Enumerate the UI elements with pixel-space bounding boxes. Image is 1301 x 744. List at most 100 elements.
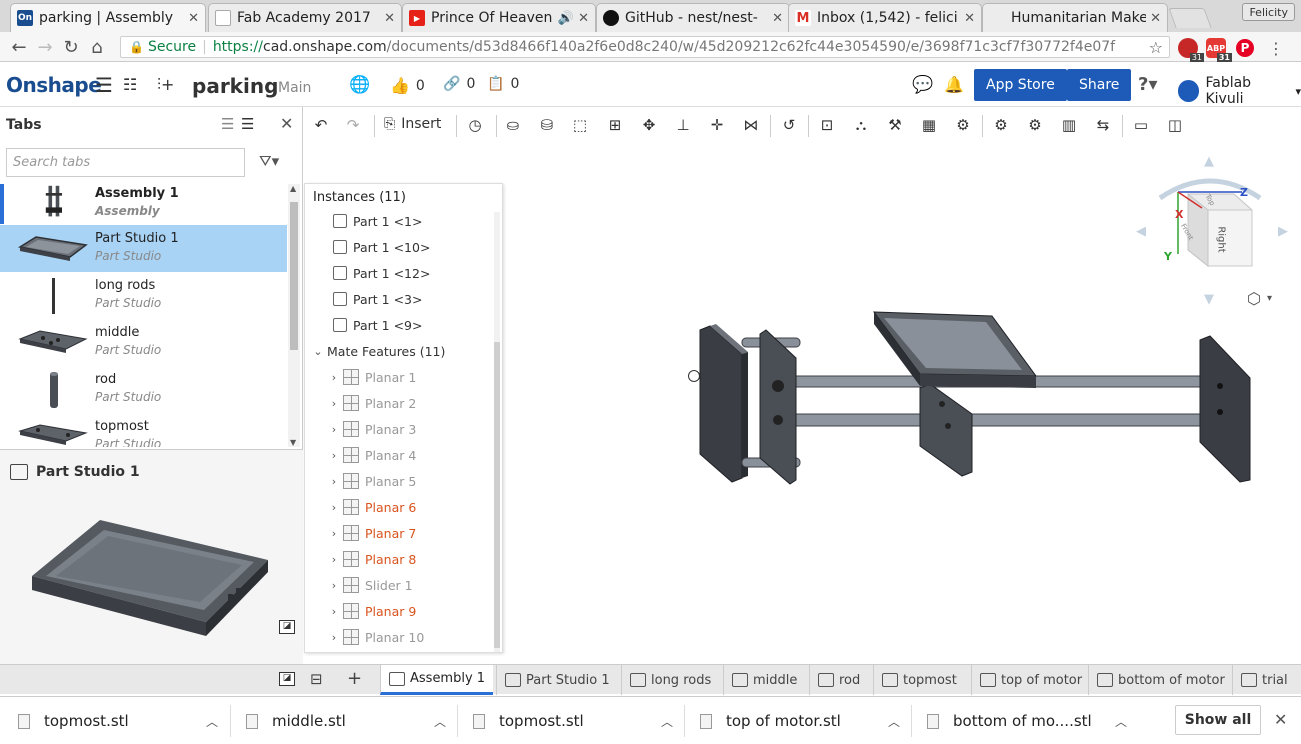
url-bar[interactable]: 🔒 Secure | https:// cad.onshape.com /doc… bbox=[120, 36, 1170, 58]
rotate-up-icon[interactable]: ▲ bbox=[1204, 154, 1214, 169]
pin-slot-mate-icon[interactable]: ⊥ bbox=[672, 115, 694, 135]
slider-mate-icon[interactable]: ⬚ bbox=[569, 115, 591, 135]
mate-feature-row[interactable]: › Planar 7 bbox=[329, 520, 519, 546]
reload-icon[interactable]: ↻ bbox=[58, 37, 84, 58]
mate-feature-row[interactable]: › Planar 6 bbox=[329, 494, 519, 520]
close-icon[interactable]: ✕ bbox=[384, 11, 395, 26]
mate-feature-row[interactable]: › Planar 9 bbox=[329, 598, 519, 624]
download-item[interactable]: middle.stl ︿ bbox=[232, 697, 458, 744]
chevron-right-icon[interactable]: › bbox=[329, 553, 339, 566]
view-options[interactable]: ⬡ ▾ bbox=[1247, 289, 1272, 308]
bottom-tab[interactable]: bottom of motor bbox=[1088, 665, 1229, 695]
chevron-right-icon[interactable]: › bbox=[329, 423, 339, 436]
mate-feature-row[interactable]: › Slider 1 bbox=[329, 572, 519, 598]
browser-tab-5[interactable]: Humanitarian Make ✕ bbox=[982, 3, 1168, 32]
app-store-button[interactable]: App Store bbox=[974, 69, 1067, 101]
mate-feature-row[interactable]: › Planar 5 bbox=[329, 468, 519, 494]
close-icon[interactable]: ✕ bbox=[1150, 11, 1161, 26]
tab-list-item-part-studio-1[interactable]: Part Studio 1 Part Studio bbox=[0, 225, 287, 272]
measure-icon[interactable]: ▭ bbox=[1130, 115, 1152, 135]
chevron-up-icon[interactable]: ︿ bbox=[1115, 713, 1127, 730]
extension-icon[interactable]: 31 bbox=[1178, 38, 1204, 62]
bottom-tab[interactable]: trial bbox=[1232, 665, 1297, 695]
close-icon[interactable]: ✕ bbox=[280, 114, 293, 133]
scroll-up-icon[interactable]: ▲ bbox=[290, 184, 296, 193]
star-icon[interactable]: ☆ bbox=[1149, 38, 1163, 57]
close-icon[interactable]: ✕ bbox=[772, 11, 783, 26]
chevron-up-icon[interactable]: ︿ bbox=[661, 713, 673, 730]
mate-feature-row[interactable]: › Planar 8 bbox=[329, 546, 519, 572]
mate-feature-row[interactable]: › Planar 3 bbox=[329, 416, 519, 442]
chevron-right-icon[interactable]: › bbox=[329, 475, 339, 488]
scrollbar-thumb[interactable] bbox=[494, 342, 500, 648]
bottom-tab[interactable]: rod bbox=[809, 665, 870, 695]
linear-relation-icon[interactable]: ⇆ bbox=[1092, 115, 1114, 135]
forward-icon[interactable]: → bbox=[32, 37, 58, 58]
links-counter[interactable]: 🔗 0 bbox=[443, 76, 475, 92]
browser-tab-4[interactable]: M Inbox (1,542) - felici ✕ bbox=[788, 3, 982, 32]
gear-icon[interactable]: ⚙ bbox=[990, 115, 1012, 135]
list-settings-icon[interactable]: ☷ bbox=[123, 75, 137, 94]
section-view-icon[interactable]: ◫ bbox=[1164, 115, 1186, 135]
group-icon[interactable]: ⛬ bbox=[850, 115, 872, 135]
close-icon[interactable]: ✕ bbox=[578, 11, 589, 26]
browser-tab-2[interactable]: ▶ Prince Of Heaven 🔊 ✕ bbox=[402, 3, 596, 32]
bottom-tab[interactable]: long rods bbox=[621, 665, 720, 695]
home-icon[interactable]: ⌂ bbox=[84, 37, 110, 58]
fastened-mate-icon[interactable]: ⛀ bbox=[502, 115, 524, 135]
mate-feature-row[interactable]: › Planar 10 bbox=[329, 624, 519, 650]
user-menu[interactable]: Fablab Kivuli ▾ bbox=[1178, 75, 1301, 107]
rack-pinion-icon[interactable]: ⚙ bbox=[1024, 115, 1046, 135]
add-tab-icon[interactable]: + bbox=[347, 668, 362, 689]
chevron-up-icon[interactable]: ︿ bbox=[888, 713, 900, 730]
mate-feature-row[interactable]: › Planar 1 bbox=[329, 364, 519, 390]
rotate-down-icon[interactable]: ▼ bbox=[1204, 292, 1214, 307]
chevron-right-icon[interactable]: › bbox=[329, 605, 339, 618]
new-tab-button[interactable] bbox=[1168, 8, 1212, 28]
profile-badge[interactable]: Felicity bbox=[1242, 3, 1295, 21]
planar-mate-icon[interactable]: ⊞ bbox=[604, 115, 626, 135]
filter-icon[interactable]: ⛛▾ bbox=[259, 152, 279, 170]
bottom-tab[interactable]: Assembly 1 bbox=[380, 665, 493, 695]
tab-list-item-assembly[interactable]: Assembly 1 Assembly bbox=[0, 184, 287, 224]
screw-icon[interactable]: ▥ bbox=[1058, 115, 1080, 135]
onshape-logo[interactable]: Onshape bbox=[6, 73, 102, 97]
tabs-scrollbar[interactable]: ▲ ▼ bbox=[288, 184, 300, 447]
ball-mate-icon[interactable]: ✛ bbox=[706, 115, 728, 135]
globe-icon[interactable]: 🌐 bbox=[349, 75, 370, 95]
instances-header[interactable]: Instances (11) bbox=[313, 190, 406, 205]
download-item[interactable]: top of motor.stl ︿ bbox=[686, 697, 912, 744]
mate-connector-icon[interactable]: ⊡ bbox=[816, 115, 838, 135]
help-icon[interactable]: ?▾ bbox=[1138, 74, 1157, 95]
browser-tab-0[interactable]: On parking | Assembly ✕ bbox=[10, 3, 206, 32]
rotate-left-icon[interactable]: ◀ bbox=[1136, 224, 1146, 239]
tab-list-item-long-rods[interactable]: long rods Part Studio bbox=[0, 272, 287, 319]
mate-feature-row[interactable]: › Planar 4 bbox=[329, 442, 519, 468]
document-title[interactable]: parking bbox=[192, 74, 278, 98]
browser-tab-3[interactable]: GitHub - nest/nest- ✕ bbox=[596, 3, 790, 32]
chevron-right-icon[interactable]: › bbox=[329, 397, 339, 410]
bell-icon[interactable]: 🔔 bbox=[944, 75, 964, 94]
browser-tab-1[interactable]: Fab Academy 2017 ✕ bbox=[208, 3, 402, 32]
assembly-3d-model[interactable] bbox=[680, 300, 1270, 490]
insert-button[interactable]: ⎘ Insert bbox=[384, 116, 441, 132]
tangent-mate-icon[interactable]: ↺ bbox=[778, 115, 800, 135]
parallel-mate-icon[interactable]: ⋈ bbox=[740, 115, 762, 135]
instances-scrollbar[interactable] bbox=[494, 212, 500, 652]
replicate-icon[interactable]: ▦ bbox=[918, 115, 940, 135]
view-cube-right-label[interactable]: Right bbox=[1216, 226, 1227, 252]
chevron-right-icon[interactable]: › bbox=[329, 501, 339, 514]
bottom-tab[interactable]: topmost bbox=[873, 665, 968, 695]
bottom-tab[interactable]: top of motor bbox=[971, 665, 1085, 695]
chevron-up-icon[interactable]: ︿ bbox=[434, 713, 446, 730]
copies-counter[interactable]: 📋 0 bbox=[487, 76, 519, 92]
cylindrical-mate-icon[interactable]: ✥ bbox=[638, 115, 660, 135]
comment-icon[interactable]: 💬 bbox=[912, 75, 933, 95]
adblock-icon[interactable]: ABP 31 bbox=[1206, 38, 1232, 62]
expand-panel-icon[interactable]: ◪ bbox=[279, 672, 295, 686]
bottom-tab[interactable]: middle bbox=[723, 665, 806, 695]
view-cube[interactable]: ▲ ▼ ◀ ▶ Z X Y Right Top Front bbox=[1130, 150, 1295, 310]
tab-manager-icon[interactable]: ⊟ bbox=[310, 670, 323, 688]
list-view-icon[interactable]: ☰ bbox=[221, 115, 234, 133]
search-tabs-input[interactable]: Search tabs bbox=[6, 148, 245, 177]
